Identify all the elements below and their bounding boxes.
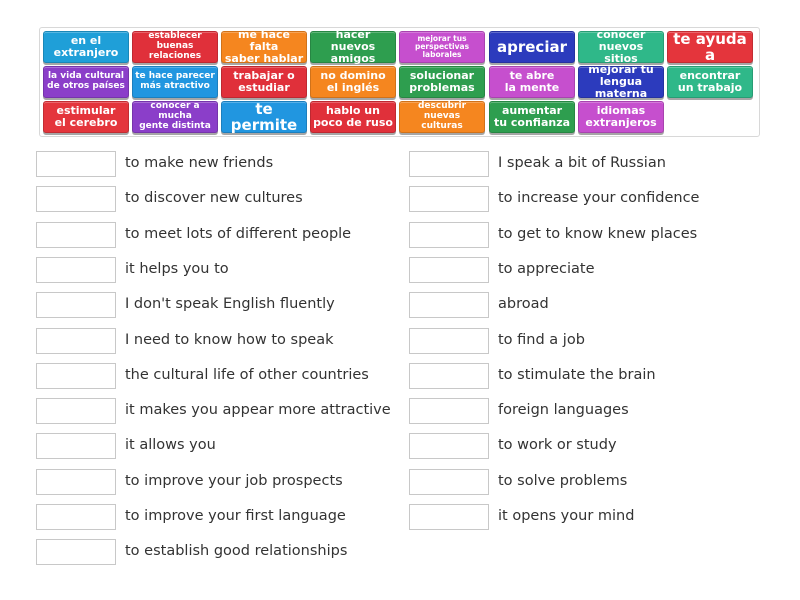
word-tile[interactable]: hablo un poco de ruso [310,101,396,133]
drop-box[interactable] [409,362,489,389]
drop-box[interactable] [409,504,489,530]
word-tile[interactable]: conocer a mucha gente distinta [132,101,218,133]
prompt-label: to meet lots of different people [125,225,352,242]
prompt-label: to find a job [498,331,585,348]
prompt-label: it opens your mind [498,508,635,524]
drop-box[interactable] [409,433,489,460]
drop-box[interactable] [36,504,116,530]
prompt-label: to improve your first language [125,508,346,524]
prompt-label: to discover new cultures [125,190,303,207]
tile-bank: en el extranjero establecer buenas relaci… [39,27,760,137]
drop-box[interactable] [36,186,116,213]
prompt-label: it helps you to [125,260,229,277]
word-tile[interactable]: hacer nuevos amigos [310,29,396,64]
word-tile[interactable]: te abre la mente [489,66,575,98]
word-tile[interactable]: te hace parecer más atractivo [132,66,218,98]
prompt-label: the cultural life of other countries [125,366,369,383]
word-tile[interactable]: encontrar un trabajo [667,66,753,98]
prompt-label: to get to know knew places [498,225,698,242]
word-tile[interactable]: descubrir nuevas culturas [399,101,485,133]
prompt-label: to improve your job prospects [125,472,343,489]
prompt-label: abroad [498,296,549,313]
prompt-label: I need to know how to speak [125,331,334,348]
word-tile[interactable]: mejorar tus perspectivas laborales [399,31,485,63]
drop-box[interactable] [36,362,116,389]
word-tile[interactable]: idiomas extranjeros [578,101,664,133]
word-tile[interactable]: establecer buenas relaciones [132,31,218,63]
word-tile[interactable]: te ayuda a [667,31,753,63]
drop-box[interactable] [36,433,116,460]
prompt-label: it makes you appear more attractive [125,402,391,419]
drop-box[interactable] [36,221,116,248]
word-tile[interactable]: no domino el inglés [310,66,396,98]
drop-box[interactable] [36,292,116,319]
prompt-label: to work or study [498,437,617,454]
drop-box[interactable] [36,327,116,354]
prompt-label: to increase your confidence [498,190,700,207]
word-tile[interactable]: mejorar tu lengua materna [578,64,664,99]
word-tile[interactable]: me hace falta saber hablar [221,29,307,64]
word-tile[interactable]: la vida cultural de otros países [43,66,129,98]
word-tile[interactable]: solucionar problemas [399,66,485,98]
word-tile[interactable]: te permite [221,101,307,133]
drop-box[interactable] [409,151,489,177]
word-tile[interactable]: trabajar o estudiar [221,66,307,98]
drop-box[interactable] [36,539,116,566]
drop-box[interactable] [36,468,116,495]
drop-box[interactable] [409,327,489,354]
drop-box[interactable] [409,221,489,248]
prompt-label: it allows you [125,437,216,454]
drop-box[interactable] [409,292,489,319]
prompt-label: I don't speak English fluently [125,296,335,313]
drop-box[interactable] [409,256,489,283]
word-tile[interactable]: aumentar tu confianza [489,101,575,133]
prompt-label: to establish good relationships [125,543,348,560]
drop-box[interactable] [409,468,489,495]
prompt-label: to stimulate the brain [498,366,656,383]
drop-box[interactable] [409,398,489,425]
drop-box[interactable] [36,151,116,177]
prompt-label: I speak a bit of Russian [498,155,666,171]
drop-box[interactable] [36,256,116,283]
prompt-label: foreign languages [498,402,629,419]
word-tile[interactable]: apreciar [489,31,575,63]
prompt-label: to make new friends [125,155,274,171]
word-tile[interactable]: conocer nuevos sitios [578,29,664,64]
drop-box[interactable] [36,398,116,425]
prompt-label: to solve problems [498,472,628,489]
prompt-label: to appreciate [498,260,595,277]
word-tile[interactable]: estimular el cerebro [43,101,129,133]
drop-box[interactable] [409,186,489,213]
word-tile[interactable]: en el extranjero [43,31,129,63]
